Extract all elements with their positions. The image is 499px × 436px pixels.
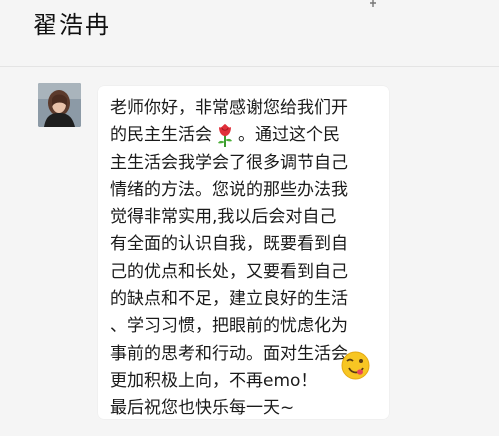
message-line: 情绪的方法。您说的那些办法我 bbox=[110, 179, 348, 200]
message-text: 老师你好，非常感谢您给我们开 的民主生活会 。通过这个民 主生活会我学会了很多调… bbox=[110, 95, 378, 423]
minimize-icon[interactable] bbox=[417, 0, 431, 7]
contact-name: 翟浩冉 bbox=[33, 11, 111, 39]
message-line: 有全面的认识自我，既要看到自 bbox=[110, 234, 348, 255]
message-line: 的民主生活会 。通过这个民 bbox=[110, 122, 378, 149]
message-segment: 的民主生活会 bbox=[110, 125, 212, 146]
message-line: 觉得非常实用,我以后会对自己 bbox=[110, 207, 337, 228]
message-bubble[interactable]: 老师你好，非常感谢您给我们开 的民主生活会 。通过这个民 主生活会我学会了很多调… bbox=[98, 86, 389, 419]
avatar[interactable] bbox=[38, 83, 81, 127]
message-line: 最后祝您也快乐每一天~ bbox=[110, 398, 295, 419]
winking-face-emoji-icon bbox=[341, 351, 370, 380]
message-line: 老师你好，非常感谢您给我们开 bbox=[110, 98, 348, 118]
rose-emoji-icon bbox=[214, 122, 236, 148]
message-segment: 。通过这个民 bbox=[238, 125, 340, 146]
pin-icon[interactable] bbox=[366, 0, 380, 7]
message-line: 、学习习惯，把眼前的忧虑化为 bbox=[110, 316, 348, 337]
message-line: 主生活会我学会了很多调节自己 bbox=[110, 152, 348, 173]
chat-header: 翟浩冉 bbox=[0, 0, 499, 67]
message-line: 事前的思考和行动。面对生活会 bbox=[110, 343, 348, 364]
message-line: 的缺点和不足，建立良好的生活 bbox=[110, 289, 348, 310]
message-line: 更加积极上向，不再emo！ bbox=[110, 370, 318, 391]
message-line: 己的优点和长处，又要看到自己 bbox=[110, 261, 348, 282]
close-icon[interactable] bbox=[459, 0, 473, 7]
